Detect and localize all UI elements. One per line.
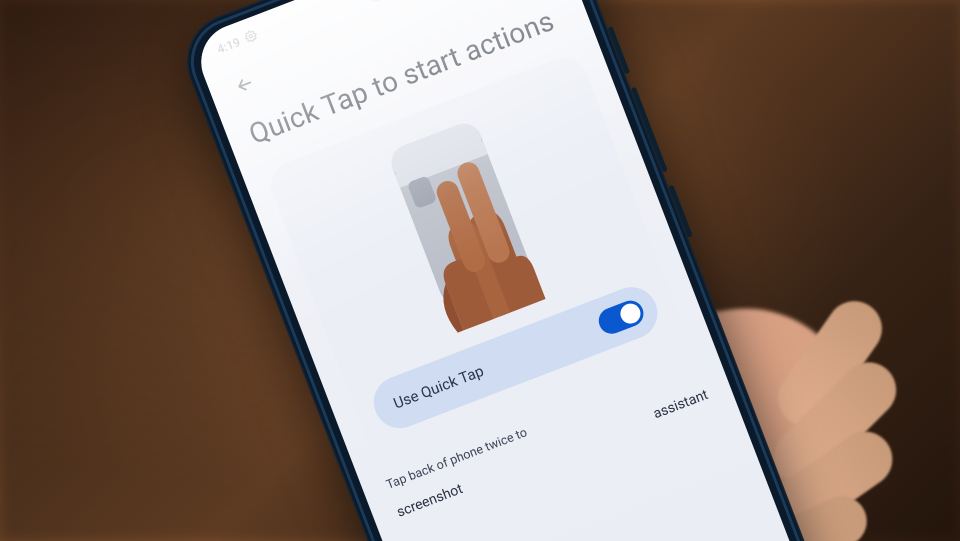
phone-screen: 4:19 [190, 0, 824, 541]
phone-frame: 4:19 [173, 0, 845, 541]
status-time: 4:19 [215, 35, 242, 57]
option-screenshot[interactable]: screenshot [395, 481, 465, 521]
side-button [608, 26, 631, 74]
toggle-label: Use Quick Tap [391, 362, 486, 413]
photo-background: 4:19 [0, 0, 960, 541]
gear-icon [243, 28, 260, 46]
back-button[interactable] [228, 68, 262, 102]
toggle-switch-on[interactable] [595, 297, 647, 338]
option-assistant[interactable]: assistant [651, 387, 710, 422]
side-button [668, 185, 692, 238]
